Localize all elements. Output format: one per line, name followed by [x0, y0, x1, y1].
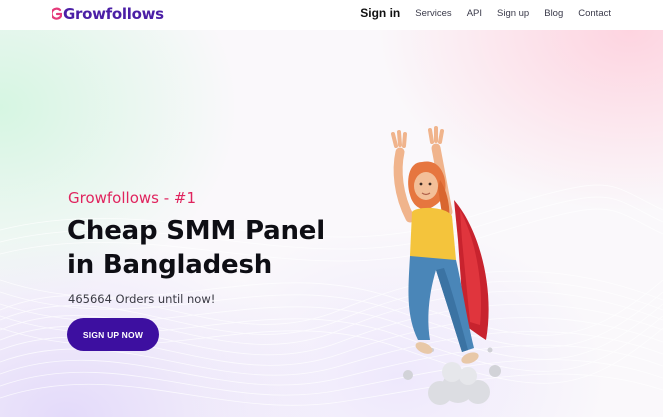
- face: [414, 172, 438, 200]
- nav-api[interactable]: API: [467, 8, 482, 19]
- right-shoe: [461, 352, 479, 364]
- sign-up-now-button[interactable]: SIGN UP NOW: [67, 318, 159, 351]
- orders-count: 465664 Orders until now!: [68, 292, 216, 306]
- site-header: Growfollows Sign in Services API Sign up…: [0, 0, 663, 30]
- hero-section: Growfollows - #1 Cheap SMM Panel in Bang…: [0, 30, 663, 417]
- nav-services[interactable]: Services: [415, 8, 451, 19]
- site-logo[interactable]: Growfollows: [50, 4, 164, 24]
- left-shoe: [415, 342, 433, 354]
- smoke-cloud: [403, 347, 501, 405]
- main-nav: Sign in Services API Sign up Blog Contac…: [360, 5, 611, 21]
- logo-mark-icon: [50, 7, 63, 21]
- logo-text: Growfollows: [63, 5, 164, 23]
- nav-sign-up[interactable]: Sign up: [497, 8, 529, 19]
- hero-eyebrow: Growfollows - #1: [68, 189, 197, 207]
- yellow-top: [410, 207, 456, 264]
- nav-blog[interactable]: Blog: [544, 8, 563, 19]
- nav-sign-in[interactable]: Sign in: [360, 6, 400, 20]
- nav-contact[interactable]: Contact: [578, 8, 611, 19]
- hero-headline: Cheap SMM Panel in Bangladesh: [67, 216, 325, 280]
- superhero-woman-illustration: [391, 126, 501, 405]
